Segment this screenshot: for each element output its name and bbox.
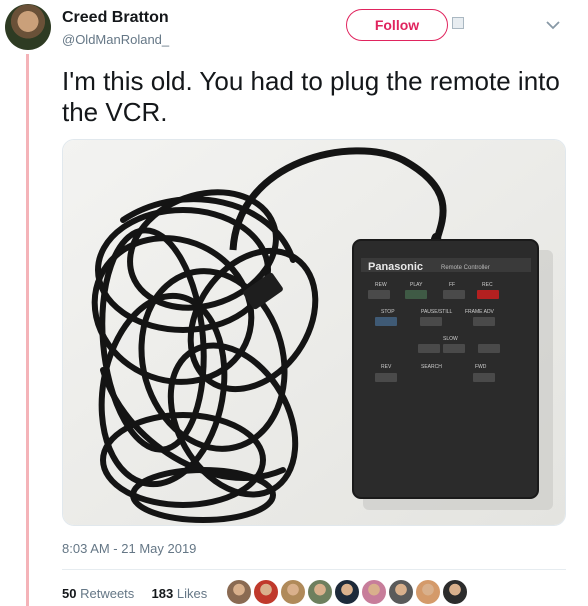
remote-label-rev: REV (381, 364, 392, 370)
divider (62, 569, 566, 570)
liker-avatar[interactable] (415, 579, 441, 605)
chevron-down-icon[interactable] (546, 21, 560, 30)
remote-label-search: SEARCH (421, 364, 442, 370)
remote-label-slow: SLOW (443, 336, 458, 342)
remote-label-rew: REW (375, 282, 387, 288)
liker-avatars (226, 579, 469, 605)
liker-avatar[interactable] (280, 579, 306, 605)
retweets-count[interactable]: 50 (62, 586, 76, 601)
liker-avatar[interactable] (226, 579, 252, 605)
remote-subtitle: Remote Controller (441, 265, 490, 271)
liker-avatar[interactable] (442, 579, 468, 605)
liker-avatar[interactable] (334, 579, 360, 605)
tweet-text: I'm this old. You had to plug the remote… (62, 66, 560, 127)
remote-label-play: PLAY (410, 282, 423, 288)
liker-avatar[interactable] (388, 579, 414, 605)
follow-button[interactable]: Follow (346, 9, 448, 41)
tweet-photo[interactable]: Panasonic Remote Controller REW PLAY FF … (62, 139, 566, 526)
display-name[interactable]: Creed Bratton (62, 9, 169, 27)
avatar[interactable] (5, 4, 51, 50)
photo-remote-with-cable: Panasonic Remote Controller REW PLAY FF … (63, 140, 565, 525)
remote-brand: Panasonic (368, 261, 423, 273)
tweet-stats: 50 Retweets 183 Likes (62, 586, 207, 601)
tweet-timestamp[interactable]: 8:03 AM - 21 May 2019 (62, 541, 196, 556)
remote-label-ff: FF (449, 282, 455, 288)
likes-label[interactable]: Likes (177, 586, 207, 601)
liker-avatar[interactable] (253, 579, 279, 605)
thread-line (26, 54, 29, 606)
retweets-label[interactable]: Retweets (80, 586, 134, 601)
embed-icon (452, 17, 464, 29)
liker-avatar[interactable] (307, 579, 333, 605)
likes-count[interactable]: 183 (152, 586, 174, 601)
user-handle[interactable]: @OldManRoland_ (62, 32, 169, 47)
remote-label-stop: STOP (381, 309, 395, 315)
remote-label-fwd: FWD (475, 364, 487, 370)
remote-label-rec: REC (482, 282, 493, 288)
remote-label-pause: PAUSE/STILL (421, 309, 453, 315)
liker-avatar[interactable] (361, 579, 387, 605)
remote-label-frame: FRAME ADV (465, 309, 495, 315)
